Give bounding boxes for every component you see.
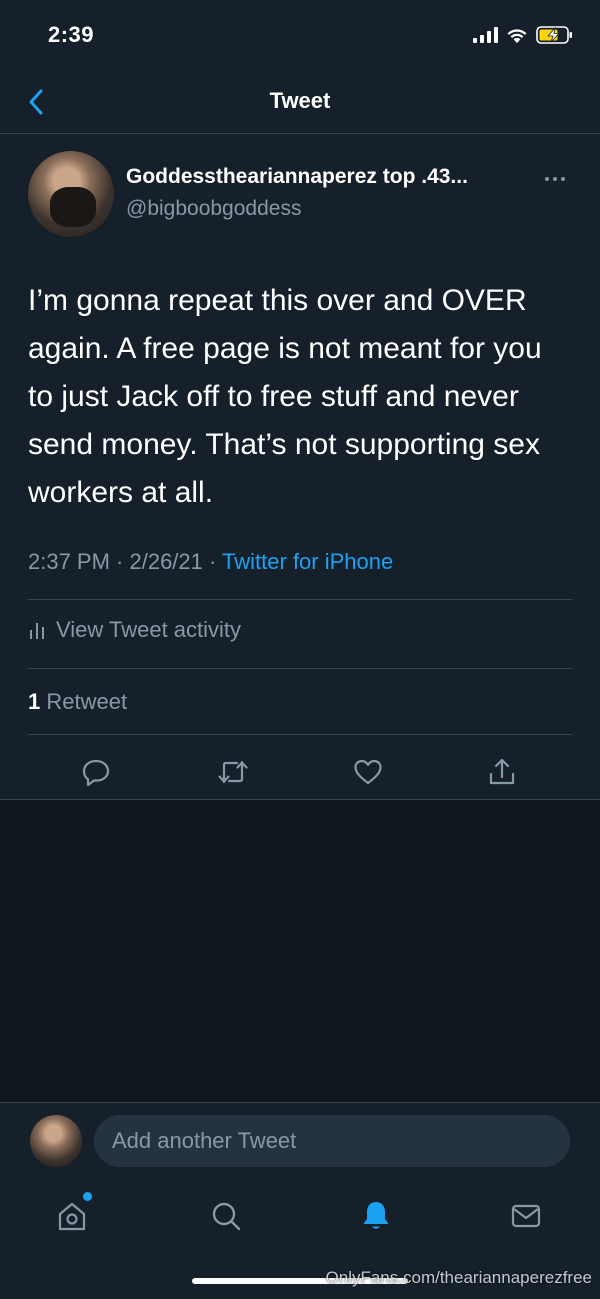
tab-home[interactable]	[52, 1192, 92, 1236]
add-tweet-input[interactable]: Add another Tweet	[94, 1115, 570, 1167]
empty-reply-area	[0, 800, 600, 1102]
heart-icon	[354, 759, 382, 785]
share-button[interactable]	[485, 755, 519, 789]
tweet-source-link[interactable]: Twitter for iPhone	[222, 549, 393, 574]
retweet-button[interactable]	[216, 755, 250, 789]
display-name[interactable]: Goddessthearian­naperez top .43...	[126, 165, 468, 189]
reply-icon	[82, 759, 110, 787]
new-tweets-dot	[83, 1192, 92, 1201]
bell-icon	[363, 1202, 389, 1229]
tweet-actions	[0, 747, 600, 791]
tweet-detail: Goddessthearian­naperez top .43... @bigb…	[0, 135, 600, 800]
battery-icon	[536, 26, 572, 44]
tweet-text: I’m gonna repeat this over and OVER agai…	[28, 284, 542, 509]
compose-bar: Add another Tweet	[0, 1102, 600, 1180]
wifi-icon	[507, 28, 527, 43]
tab-search[interactable]	[206, 1196, 246, 1236]
retweet-label: Retweet	[40, 689, 128, 714]
status-bar: 2:39	[0, 0, 600, 70]
like-button[interactable]	[351, 755, 385, 789]
reply-button[interactable]	[79, 755, 113, 789]
status-time: 2:39	[48, 22, 95, 47]
retweet-icon	[218, 760, 248, 784]
mail-icon	[511, 1204, 541, 1228]
navigation-bar: Tweet	[0, 70, 600, 134]
retweet-number: 1	[28, 689, 41, 714]
home-icon	[58, 1202, 86, 1231]
watermark-text: OnlyFans.com/theariannaperezfree	[325, 1268, 592, 1287]
page-title: Tweet	[269, 88, 331, 113]
search-icon	[212, 1202, 241, 1231]
activity-label: View Tweet activity	[56, 617, 242, 642]
divider	[28, 734, 572, 735]
tab-notifications[interactable]	[356, 1196, 396, 1236]
activity-bars-icon	[30, 623, 44, 639]
tweet-timestamp: 2:37 PM · 2/26/21 · Twitter for iPhone	[28, 549, 393, 575]
tab-messages[interactable]	[506, 1196, 546, 1236]
compose-avatar[interactable]	[30, 1115, 82, 1167]
signal-icon	[473, 27, 498, 43]
retweet-count[interactable]: 1 Retweet	[28, 689, 127, 715]
share-icon	[489, 758, 515, 785]
avatar[interactable]	[28, 151, 114, 237]
tab-bar	[0, 1180, 600, 1260]
user-handle[interactable]: @bigboobgoddess	[126, 197, 301, 221]
view-tweet-activity-button[interactable]: View Tweet activity	[28, 617, 241, 643]
more-options-button[interactable]	[538, 171, 572, 187]
divider	[28, 599, 572, 600]
divider	[28, 668, 572, 669]
status-icons	[473, 24, 574, 46]
timestamp-text: 2:37 PM · 2/26/21 ·	[28, 549, 223, 574]
